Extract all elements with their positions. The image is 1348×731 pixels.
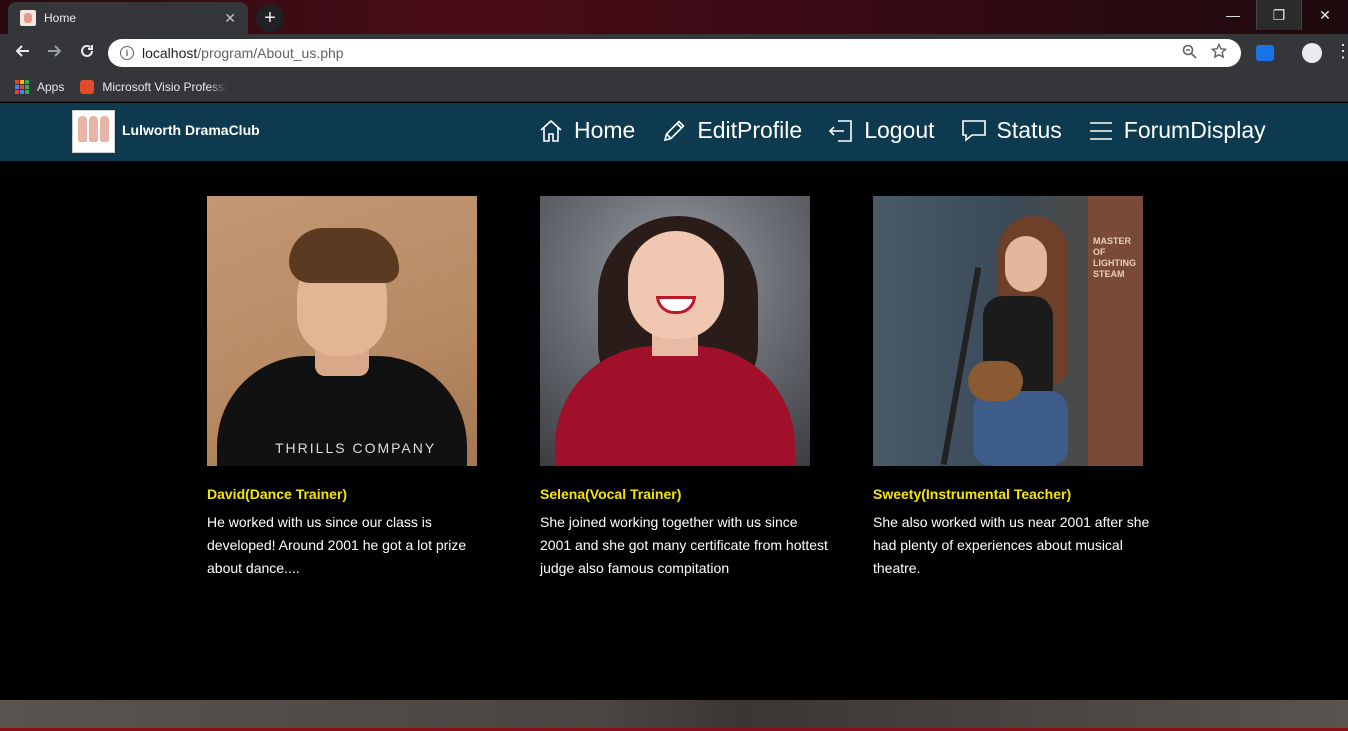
more-menu-icon[interactable]: ⋮	[1334, 41, 1348, 62]
site-navbar: Lulworth DramaClub Home EditProfile Logo…	[0, 103, 1348, 161]
minimize-button[interactable]: —	[1210, 0, 1256, 30]
member-description: She also worked with us near 2001 after …	[873, 514, 1150, 576]
info-icon[interactable]: i	[120, 46, 134, 60]
member-card-selena: Selena(Vocal Trainer) She joined working…	[540, 196, 830, 580]
tab-title: Home	[44, 11, 77, 25]
nav-logout[interactable]: Logout	[828, 117, 935, 144]
profile-avatar-icon[interactable]	[1302, 43, 1322, 63]
member-card-sweety: MASTER OF LIGHTING STEAM Sweety(Instrume…	[873, 196, 1163, 580]
nav-label: Logout	[864, 117, 935, 143]
site-logo[interactable]	[72, 110, 115, 153]
tab-favicon-icon	[20, 10, 36, 26]
bookmark-star-icon[interactable]	[1210, 42, 1228, 63]
new-tab-button[interactable]: +	[256, 4, 284, 32]
bookmark-apps[interactable]: Apps	[15, 79, 65, 94]
member-description: He worked with us since our class is dev…	[207, 514, 467, 576]
extension-icon[interactable]	[1256, 45, 1274, 61]
hamburger-icon	[1089, 121, 1112, 140]
tab-close-icon[interactable]: ✕	[224, 10, 236, 27]
bookmark-label: Microsoft Visio Professi	[102, 79, 227, 94]
url-text[interactable]: localhost/program/About_us.php	[142, 45, 1182, 61]
member-name: Selena(Vocal Trainer)	[540, 486, 682, 502]
nav-status[interactable]: Status	[961, 117, 1062, 144]
browser-toolbar: i localhost/program/About_us.php	[0, 34, 1348, 72]
bookmark-visio[interactable]: Microsoft Visio Professi	[80, 79, 227, 94]
logout-icon	[829, 119, 852, 142]
chat-bubble-icon	[961, 119, 986, 142]
member-name: David(Dance Trainer)	[207, 486, 348, 502]
member-description: She joined working together with us sinc…	[540, 514, 828, 576]
browser-titlebar: Home ✕ + — ❐ ✕	[0, 0, 1348, 34]
site-brand[interactable]: Lulworth DramaClub	[122, 122, 260, 138]
member-photo	[540, 196, 810, 466]
close-window-button[interactable]: ✕	[1302, 0, 1348, 30]
forward-arrow-icon[interactable]	[43, 42, 65, 65]
nav-label: EditProfile	[697, 117, 803, 143]
window-controls: — ❐ ✕	[1210, 0, 1348, 30]
zoom-icon[interactable]	[1182, 44, 1197, 63]
browser-tab[interactable]: Home ✕	[8, 2, 248, 34]
bookmarks-bar: Apps Microsoft Visio Professi	[0, 72, 1348, 102]
nav-home[interactable]: Home	[538, 117, 635, 144]
pencil-icon	[664, 119, 685, 141]
reload-icon[interactable]	[76, 42, 98, 65]
about-us-content: THRILLS COMPANY David(Dance Trainer) He …	[0, 161, 1348, 700]
member-name: Sweety(Instrumental Teacher)	[873, 486, 1072, 502]
nav-label: Home	[574, 117, 636, 143]
nav-label: Status	[996, 117, 1062, 143]
nav-links: Home EditProfile Logout Status ForumDisp…	[538, 117, 1266, 144]
nav-label: ForumDisplay	[1123, 117, 1266, 143]
nav-editprofile[interactable]: EditProfile	[661, 117, 802, 144]
visio-icon	[80, 79, 95, 94]
back-arrow-icon[interactable]	[12, 42, 34, 65]
restore-button[interactable]: ❐	[1256, 0, 1302, 30]
poster-text: MASTER OF LIGHTING STEAM	[1093, 236, 1136, 279]
footer-background	[0, 700, 1348, 731]
member-photo: MASTER OF LIGHTING STEAM	[873, 196, 1143, 466]
nav-forumdisplay[interactable]: ForumDisplay	[1088, 117, 1266, 144]
apps-grid-icon	[15, 79, 29, 94]
address-bar[interactable]: i localhost/program/About_us.php	[108, 39, 1241, 67]
home-icon	[540, 119, 562, 142]
member-card-david: THRILLS COMPANY David(Dance Trainer) He …	[207, 196, 497, 580]
shirt-print: THRILLS COMPANY	[275, 440, 437, 456]
bookmark-label: Apps	[37, 79, 65, 94]
member-photo: THRILLS COMPANY	[207, 196, 477, 466]
